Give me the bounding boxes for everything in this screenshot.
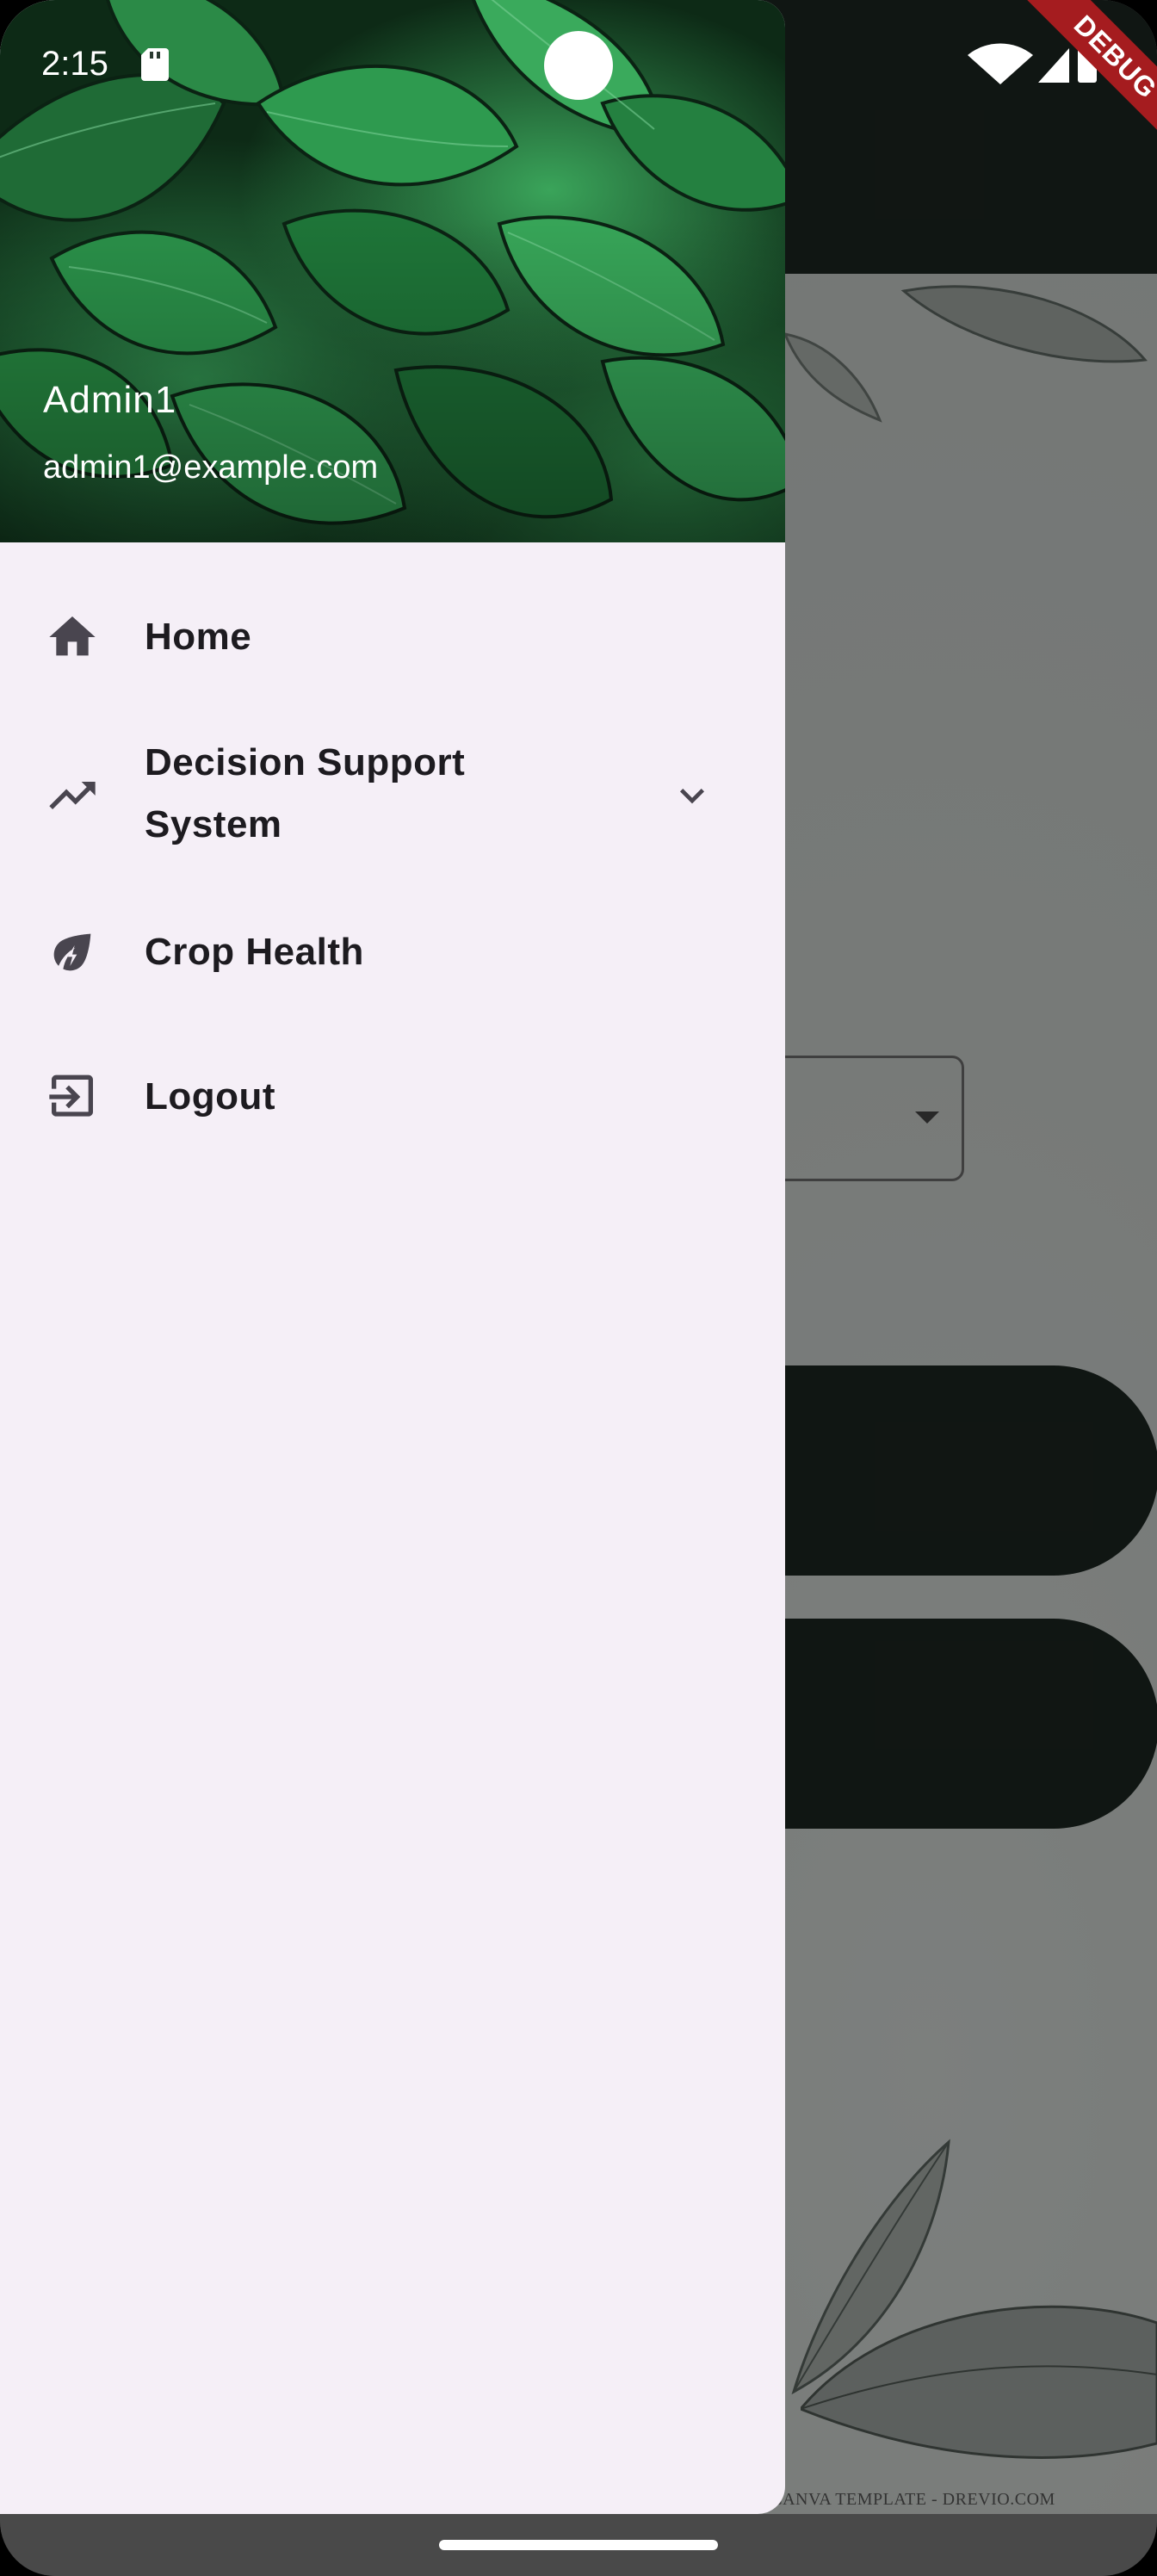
home-icon bbox=[49, 616, 96, 656]
drawer-item-label: Home bbox=[145, 616, 252, 658]
camera-cutout bbox=[544, 31, 613, 100]
logout-icon bbox=[49, 1074, 93, 1117]
navigation-drawer: Admin1 admin1@example.com Home Decision … bbox=[0, 0, 785, 2514]
drawer-item-logout[interactable]: Logout bbox=[0, 1054, 785, 1140]
drawer-item-crop-health[interactable]: Crop Health bbox=[0, 909, 785, 995]
wifi-icon bbox=[968, 43, 1033, 84]
trending-up-icon bbox=[49, 782, 96, 809]
drawer-item-home[interactable]: Home bbox=[0, 594, 785, 680]
account-email: admin1@example.com bbox=[43, 449, 379, 486]
status-time: 2:15 bbox=[41, 45, 108, 83]
gesture-nav-handle[interactable] bbox=[439, 2540, 718, 2550]
account-name: Admin1 bbox=[43, 379, 177, 421]
drawer-item-decision-support-system[interactable]: Decision Support System bbox=[0, 732, 785, 861]
phone-screen: m REE HUNDREDS OF CANVA TEMPLATE - DREVI… bbox=[0, 0, 1157, 2576]
drawer-item-label: Crop Health bbox=[145, 931, 364, 973]
eco-leaf-icon bbox=[53, 933, 91, 971]
chevron-down-icon[interactable] bbox=[668, 771, 716, 820]
drawer-header: Admin1 admin1@example.com bbox=[0, 0, 785, 542]
sd-card-icon bbox=[141, 48, 169, 81]
signal-icon bbox=[1038, 48, 1069, 83]
drawer-item-label: Logout bbox=[145, 1075, 276, 1118]
drawer-item-label: Decision Support System bbox=[145, 741, 466, 845]
